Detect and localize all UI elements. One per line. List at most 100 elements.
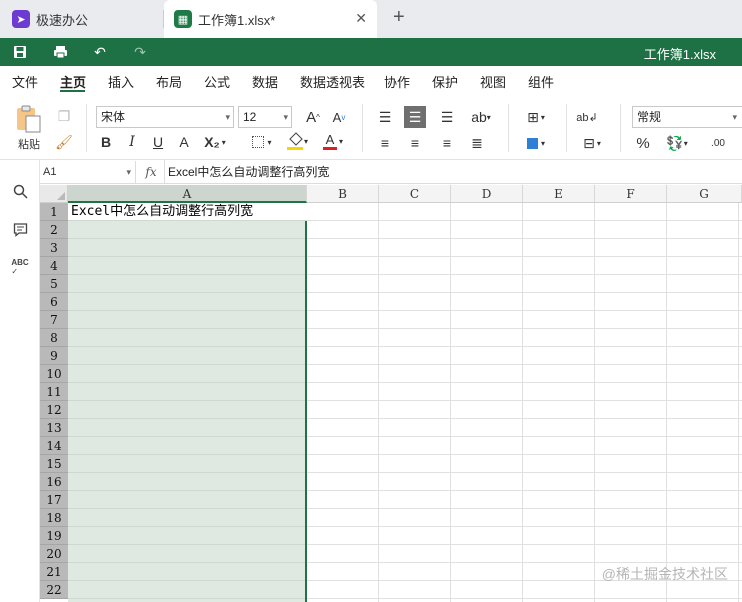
separator xyxy=(566,104,567,152)
align-right-icon[interactable]: ≡ xyxy=(436,132,458,154)
row-header[interactable]: 7 xyxy=(40,311,68,329)
column-header-c[interactable]: C xyxy=(379,185,451,203)
row-header[interactable]: 13 xyxy=(40,419,68,437)
menu-file[interactable]: 文件 xyxy=(12,72,38,91)
row-header[interactable]: 11 xyxy=(40,383,68,401)
italic-button[interactable]: I xyxy=(122,132,142,152)
number-format-value: 常规 xyxy=(637,110,662,124)
borders-button[interactable]: ▾ xyxy=(248,132,276,152)
menu-components[interactable]: 组件 xyxy=(528,72,554,91)
separator xyxy=(86,104,87,152)
print-icon[interactable] xyxy=(50,42,70,62)
underline-button[interactable]: U xyxy=(148,132,168,152)
font-name-value: 宋体 xyxy=(101,110,126,124)
row-header[interactable]: 1 xyxy=(40,203,68,221)
comment-icon[interactable] xyxy=(9,218,31,240)
menu-home[interactable]: 主页 xyxy=(60,72,86,91)
title-bar: ↶ ↷ 工作簿1.xlsx xyxy=(0,38,742,66)
format-painter-icon[interactable]: 🖌 xyxy=(54,132,74,152)
merge-cells-icon[interactable]: ▾ xyxy=(520,132,552,154)
menu-view[interactable]: 视图 xyxy=(480,72,506,91)
row-header[interactable]: 9 xyxy=(40,347,68,365)
column-header-f[interactable]: F xyxy=(595,185,667,203)
new-tab-button[interactable]: + xyxy=(393,6,405,29)
separator xyxy=(620,104,621,152)
tab-workbook[interactable]: ▦ 工作簿1.xlsx* ✕ xyxy=(164,0,377,38)
tab-bar: ➤ 极速办公 ▦ 工作簿1.xlsx* ✕ + xyxy=(0,0,742,38)
row-header[interactable]: 20 xyxy=(40,545,68,563)
row-header[interactable]: 16 xyxy=(40,473,68,491)
column-header-d[interactable]: D xyxy=(451,185,523,203)
menu-formula[interactable]: 公式 xyxy=(204,72,230,91)
column-header-g[interactable]: G xyxy=(667,185,742,203)
name-box[interactable]: A1 ▾ xyxy=(40,161,136,183)
close-icon[interactable]: ✕ xyxy=(355,10,367,27)
search-icon[interactable] xyxy=(9,180,31,202)
strikethrough-button[interactable]: A xyxy=(174,132,194,152)
redo-icon[interactable]: ↷ xyxy=(130,42,150,62)
tab-fast-office[interactable]: ➤ 极速办公 xyxy=(0,0,163,38)
row-header[interactable]: 18 xyxy=(40,509,68,527)
row-header[interactable]: 4 xyxy=(40,257,68,275)
justify-icon[interactable]: ≣ xyxy=(466,132,488,154)
font-color-icon: A xyxy=(322,132,337,150)
insert-function-icon[interactable]: fx xyxy=(142,163,160,181)
row-header[interactable]: 8 xyxy=(40,329,68,347)
save-icon[interactable] xyxy=(10,42,30,62)
row-header[interactable]: 12 xyxy=(40,401,68,419)
percent-button[interactable]: % xyxy=(632,132,654,154)
align-left-icon[interactable]: ≡ xyxy=(374,132,396,154)
select-all-corner[interactable] xyxy=(40,185,68,203)
subscript-button[interactable]: X₂ ▾ xyxy=(200,132,230,152)
row-header[interactable]: 10 xyxy=(40,365,68,383)
menu-data[interactable]: 数据 xyxy=(252,72,278,91)
column-header-b[interactable]: B xyxy=(307,185,379,203)
separator xyxy=(508,104,509,152)
number-format-select[interactable]: 常规 ▾ xyxy=(632,106,742,128)
row-header[interactable]: 5 xyxy=(40,275,68,293)
column-header-a[interactable]: A xyxy=(68,185,307,203)
spellcheck-icon[interactable]: ABC ✓ xyxy=(9,256,31,278)
row-header[interactable]: 17 xyxy=(40,491,68,509)
undo-icon[interactable]: ↶ xyxy=(90,42,110,62)
formula-input[interactable]: Excel中怎么自动调整行高列宽 xyxy=(164,160,742,184)
row-header[interactable]: 3 xyxy=(40,239,68,257)
row-header[interactable]: 19 xyxy=(40,527,68,545)
copy-icon[interactable]: ❐ xyxy=(54,106,74,126)
increase-font-button[interactable]: A ^ xyxy=(302,106,324,128)
increase-decimal-button[interactable]: .00 xyxy=(698,132,738,154)
row-header[interactable]: 21 xyxy=(40,563,68,581)
menu-protect[interactable]: 保护 xyxy=(432,72,458,91)
menu-layout[interactable]: 布局 xyxy=(156,72,182,91)
align-top-icon[interactable]: ☰ xyxy=(374,106,396,128)
selected-column-a[interactable] xyxy=(68,203,307,602)
row-header[interactable]: 15 xyxy=(40,455,68,473)
font-color-button[interactable]: A ▾ xyxy=(318,130,348,152)
font-size-select[interactable]: 12 ▾ xyxy=(238,106,292,128)
row-header[interactable]: 2 xyxy=(40,221,68,239)
bold-button[interactable]: B xyxy=(96,132,116,152)
menu-collaborate[interactable]: 协作 xyxy=(384,72,410,91)
currency-icon[interactable]: 💱 ▾ xyxy=(662,132,692,154)
text-orientation-icon[interactable]: ab ▾ xyxy=(466,106,496,128)
formula-bar: A1 ▾ fx Excel中怎么自动调整行高列宽 xyxy=(40,160,742,184)
menu-insert[interactable]: 插入 xyxy=(108,72,134,91)
decrease-font-icon: A xyxy=(332,109,342,125)
column-header-e[interactable]: E xyxy=(523,185,595,203)
tab-label: 工作簿1.xlsx* xyxy=(198,12,276,28)
insert-cells-icon[interactable]: ⊞ ▾ xyxy=(520,106,552,128)
align-bottom-icon[interactable]: ☰ xyxy=(436,106,458,128)
row-header[interactable]: 14 xyxy=(40,437,68,455)
align-center-icon[interactable]: ≡ xyxy=(404,132,426,154)
row-header[interactable]: 22 xyxy=(40,581,68,599)
row-header[interactable]: 6 xyxy=(40,293,68,311)
decrease-font-button[interactable]: Av xyxy=(328,106,350,128)
spreadsheet-grid: A B C D E F G Excel中怎么自动调整行高列宽 1 2 3 4 5… xyxy=(40,185,742,602)
wrap-text-icon[interactable]: ab↲ xyxy=(576,106,598,128)
paste-icon[interactable] xyxy=(14,104,44,134)
conditional-format-icon[interactable]: ⊟ ▾ xyxy=(576,132,608,154)
align-middle-icon[interactable]: ☰ xyxy=(404,106,426,128)
menu-pivot-table[interactable]: 数据透视表 xyxy=(300,72,365,91)
font-name-select[interactable]: 宋体 ▾ xyxy=(96,106,234,128)
fill-color-button[interactable]: ▾ xyxy=(282,130,312,152)
